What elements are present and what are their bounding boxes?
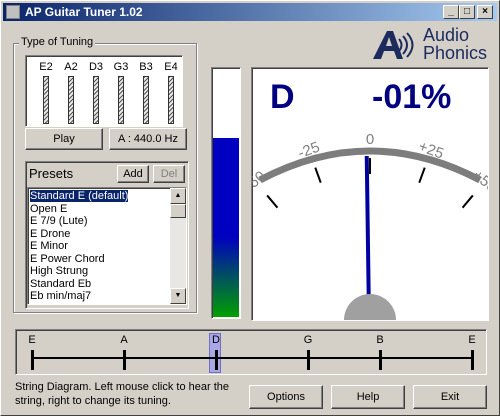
presets-title: Presets	[29, 166, 74, 181]
string-label: G3	[113, 61, 129, 73]
diagram-string-marker[interactable]	[471, 350, 474, 370]
diagram-string-marker[interactable]	[379, 350, 382, 370]
maximize-button[interactable]: □	[459, 5, 475, 19]
string-display[interactable]: E2 A2 D3 G3 B3 E4	[25, 55, 183, 127]
level-meter-fill	[213, 138, 239, 317]
close-button[interactable]: ×	[477, 5, 493, 19]
audiophonics-logo: Audio Phonics	[369, 25, 489, 65]
tuning-meter: D -01% -50 -25 0 +25 +50	[251, 67, 489, 321]
title-bar[interactable]: AP Guitar Tuner 1.02 _ □ ×	[3, 3, 497, 21]
logo-mark-icon	[373, 31, 414, 59]
help-text-line-1: String Diagram. Left mouse click to hear…	[15, 381, 229, 393]
string-label: E2	[39, 61, 53, 73]
help-button[interactable]: Help	[331, 385, 405, 409]
meter-scale: -50-25 0 +25+50	[252, 131, 488, 320]
a-frequency-button[interactable]: A : 440.0 Hz	[109, 128, 187, 150]
string-bar[interactable]	[68, 76, 74, 124]
preset-item[interactable]: Open E	[30, 203, 67, 215]
string-label: E4	[164, 61, 178, 73]
preset-item[interactable]: Eb min/maj7	[30, 290, 91, 302]
options-button[interactable]: Options	[249, 385, 323, 409]
scroll-up-button[interactable]: ▲	[170, 188, 186, 204]
exit-button[interactable]: Exit	[413, 385, 487, 409]
preset-item[interactable]: E 7/9 (Lute)	[30, 215, 87, 227]
preset-item[interactable]: E Drone	[30, 228, 70, 240]
preset-item[interactable]: E Power Chord	[30, 253, 105, 265]
preset-item[interactable]: High Strung	[30, 265, 88, 277]
app-icon	[6, 5, 20, 19]
diagram-note-label: G	[303, 334, 313, 346]
scroll-down-button[interactable]: ▼	[170, 288, 186, 304]
help-text-line-2: string, right to change its tuning.	[15, 395, 171, 407]
string-bar[interactable]	[43, 76, 49, 124]
a-frequency-label: A : 440.0 Hz	[118, 133, 178, 145]
diagram-string-marker[interactable]	[215, 350, 218, 370]
string-bar[interactable]	[168, 76, 174, 124]
tuning-group-label: Type of Tuning	[19, 36, 96, 48]
string-label: A2	[64, 61, 78, 73]
diagram-note-label: E	[468, 334, 476, 346]
delete-preset-button[interactable]: Del	[153, 165, 185, 183]
string-label: B3	[139, 61, 153, 73]
needle-hub	[344, 294, 396, 320]
meter-tick	[461, 194, 474, 209]
diagram-note-label: B	[376, 334, 384, 346]
string-bar[interactable]	[143, 76, 149, 124]
diagram-string-marker[interactable]	[31, 350, 34, 370]
meter-tick	[418, 167, 426, 184]
meter-scale-label: +50	[470, 167, 488, 196]
diagram-note-label: E	[28, 334, 36, 346]
meter-scale-label: 0	[366, 131, 374, 148]
presets-scrollbar[interactable]: ▲ ▼	[170, 188, 186, 304]
string-bar[interactable]	[93, 76, 99, 124]
diagram-string-marker[interactable]	[123, 350, 126, 370]
preset-item[interactable]: Standard E (default)	[28, 189, 130, 203]
presets-list[interactable]: Standard E (default) Open EE 7/9 (Lute) E …	[27, 187, 187, 305]
add-preset-button[interactable]: Add	[117, 165, 149, 183]
minimize-button[interactable]: _	[443, 5, 459, 19]
meter-tick	[314, 167, 322, 184]
meter-scale-label: -50	[252, 168, 269, 195]
play-button[interactable]: Play	[25, 128, 103, 150]
window-title: AP Guitar Tuner 1.02	[25, 5, 143, 19]
meter-needle	[364, 156, 371, 303]
diagram-string-marker[interactable]	[307, 350, 310, 370]
scroll-thumb[interactable]	[170, 204, 186, 218]
preset-item[interactable]: E Minor	[30, 240, 68, 252]
logo-text-phonics: Phonics	[423, 43, 488, 63]
string-diagram[interactable]: EADGBE	[15, 329, 487, 375]
string-bar[interactable]	[118, 76, 124, 124]
diagram-note-label: D	[212, 334, 220, 346]
main-window: AP Guitar Tuner 1.02 _ □ × Audio Phonics…	[0, 0, 500, 416]
meter-tick	[266, 194, 279, 209]
level-meter	[211, 67, 241, 319]
string-diagram-line	[32, 357, 472, 359]
diagram-note-label: A	[120, 334, 128, 346]
preset-item[interactable]: Standard Eb	[30, 278, 91, 290]
string-label: D3	[88, 61, 104, 73]
